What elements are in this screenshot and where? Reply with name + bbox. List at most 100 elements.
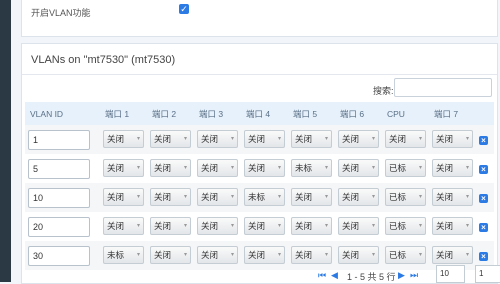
port-7-select[interactable]: 关闭 ▾ [432,216,473,235]
vlan-id-input[interactable]: 10 [28,187,90,208]
port-cell: 关闭 ▾ [194,183,241,212]
select-value: 已标 [389,249,407,260]
select-value: 未标 [248,191,266,202]
port-4-select[interactable]: 关闭 ▾ [244,158,285,177]
port-cell: 未标 ▾ [241,183,288,212]
vlan-section-title: VLANs on "mt7530" (mt7530) [31,54,176,66]
vlan-id-input[interactable]: 20 [28,216,90,237]
select-value: 关闭 [295,220,313,231]
chevron-down-icon: ▾ [183,251,187,258]
port-3-select[interactable]: 关闭 ▾ [197,158,238,177]
port-2-select[interactable]: 关闭 ▾ [150,158,191,177]
port-4-select[interactable]: 关闭 ▾ [244,216,285,235]
port-cell: 已标 ▾ [382,154,429,183]
delete-icon[interactable]: × [479,135,488,145]
cpu-select[interactable]: 关闭 ▾ [385,129,426,148]
port-4-select[interactable]: 关闭 ▾ [244,245,285,264]
port-5-select[interactable]: 关闭 ▾ [291,129,332,148]
port-7-select[interactable]: 关闭 ▾ [432,129,473,148]
chevron-down-icon: ▾ [136,251,140,258]
port-3-select[interactable]: 关闭 ▾ [197,245,238,264]
port-2-select[interactable]: 关闭 ▾ [150,129,191,148]
chevron-down-icon: ▾ [371,135,375,142]
port-5-select[interactable]: 关闭 ▾ [291,245,332,264]
chevron-down-icon: ▾ [418,222,422,229]
chevron-down-icon: ▾ [136,222,140,229]
vlan-id-input[interactable]: 5 [28,158,90,179]
cpu-select[interactable]: 已标 ▾ [385,245,426,264]
port-cell: 已标 ▾ [382,183,429,212]
port-1-select[interactable]: 关闭 ▾ [103,216,144,235]
page-size-select[interactable]: 10 [436,265,465,283]
col-port-4[interactable]: 端口 4 [241,102,288,125]
divider [22,74,497,75]
vlan-settings-card: 开启VLAN功能 ✓ [21,0,498,37]
port-1-select[interactable]: 未标 ▾ [103,245,144,264]
col-cpu[interactable]: CPU [382,102,429,125]
col-port-5[interactable]: 端口 5 [288,102,335,125]
port-4-select[interactable]: 未标 ▾ [244,187,285,206]
chevron-down-icon: ▾ [136,193,140,200]
chevron-down-icon: ▾ [371,251,375,258]
table-row: 30 未标 ▾ 关闭 ▾ 关闭 ▾ 关闭 ▾ 关闭 ▾ 关闭 ▾ 已标 ▾ 关闭 ▾ × [25,241,494,270]
port-7-select[interactable]: 关闭 ▾ [432,187,473,206]
port-cell: 关闭 ▾ [241,241,288,270]
port-5-select[interactable]: 关闭 ▾ [291,187,332,206]
select-value: 关闭 [295,191,313,202]
col-port-2[interactable]: 端口 2 [147,102,194,125]
port-cell: 已标 ▾ [382,212,429,241]
delete-icon[interactable]: × [479,193,488,203]
search-input[interactable] [394,78,492,97]
port-1-select[interactable]: 关闭 ▾ [103,187,144,206]
port-cell: 关闭 ▾ [241,212,288,241]
col-port-7[interactable]: 端口 7 [429,102,476,125]
port-1-select[interactable]: 关闭 ▾ [103,158,144,177]
cpu-select[interactable]: 已标 ▾ [385,187,426,206]
last-page-icon[interactable]: ⏭ [410,270,418,281]
port-6-select[interactable]: 关闭 ▾ [338,216,379,235]
port-7-select[interactable]: 关闭 ▾ [432,158,473,177]
port-5-select[interactable]: 关闭 ▾ [291,216,332,235]
prev-page-icon[interactable]: ◀ [331,270,338,281]
port-cell: 关闭 ▾ [429,183,476,212]
port-4-select[interactable]: 关闭 ▾ [244,129,285,148]
port-1-select[interactable]: 关闭 ▾ [103,129,144,148]
cpu-select[interactable]: 已标 ▾ [385,158,426,177]
port-cell: 关闭 ▾ [288,125,335,154]
cpu-select[interactable]: 已标 ▾ [385,216,426,235]
port-2-select[interactable]: 关闭 ▾ [150,216,191,235]
port-6-select[interactable]: 关闭 ▾ [338,158,379,177]
port-3-select[interactable]: 关闭 ▾ [197,216,238,235]
enable-vlan-checkbox[interactable]: ✓ [179,4,189,14]
col-vlan-id[interactable]: VLAN ID [25,102,100,125]
delete-icon[interactable]: × [479,251,488,261]
select-value: 关闭 [107,191,125,202]
port-5-select[interactable]: 未标 ▾ [291,158,332,177]
delete-icon[interactable]: × [479,222,488,232]
select-value: 关闭 [248,249,266,260]
page-number-input[interactable]: 1 [475,265,500,283]
port-2-select[interactable]: 关闭 ▾ [150,245,191,264]
port-cell: 关闭 ▾ [335,154,382,183]
port-6-select[interactable]: 关闭 ▾ [338,187,379,206]
port-6-select[interactable]: 关闭 ▾ [338,245,379,264]
col-port-6[interactable]: 端口 6 [335,102,382,125]
port-7-select[interactable]: 关闭 ▾ [432,245,473,264]
port-2-select[interactable]: 关闭 ▾ [150,187,191,206]
chevron-down-icon: ▾ [324,222,328,229]
vlan-id-cell: 30 [25,241,100,270]
port-3-select[interactable]: 关闭 ▾ [197,129,238,148]
port-cell: 关闭 ▾ [100,154,147,183]
delete-icon[interactable]: × [479,164,488,174]
port-3-select[interactable]: 关闭 ▾ [197,187,238,206]
first-page-icon[interactable]: ⏮ [318,270,326,281]
select-value: 关闭 [436,162,454,173]
next-page-icon[interactable]: ▶ [398,270,405,281]
vlan-id-input[interactable]: 30 [28,245,90,266]
col-port-1[interactable]: 端口 1 [100,102,147,125]
port-cell: 关闭 ▾ [147,154,194,183]
port-6-select[interactable]: 关闭 ▾ [338,129,379,148]
port-cell: 关闭 ▾ [429,154,476,183]
col-port-3[interactable]: 端口 3 [194,102,241,125]
vlan-id-input[interactable]: 1 [28,129,90,150]
